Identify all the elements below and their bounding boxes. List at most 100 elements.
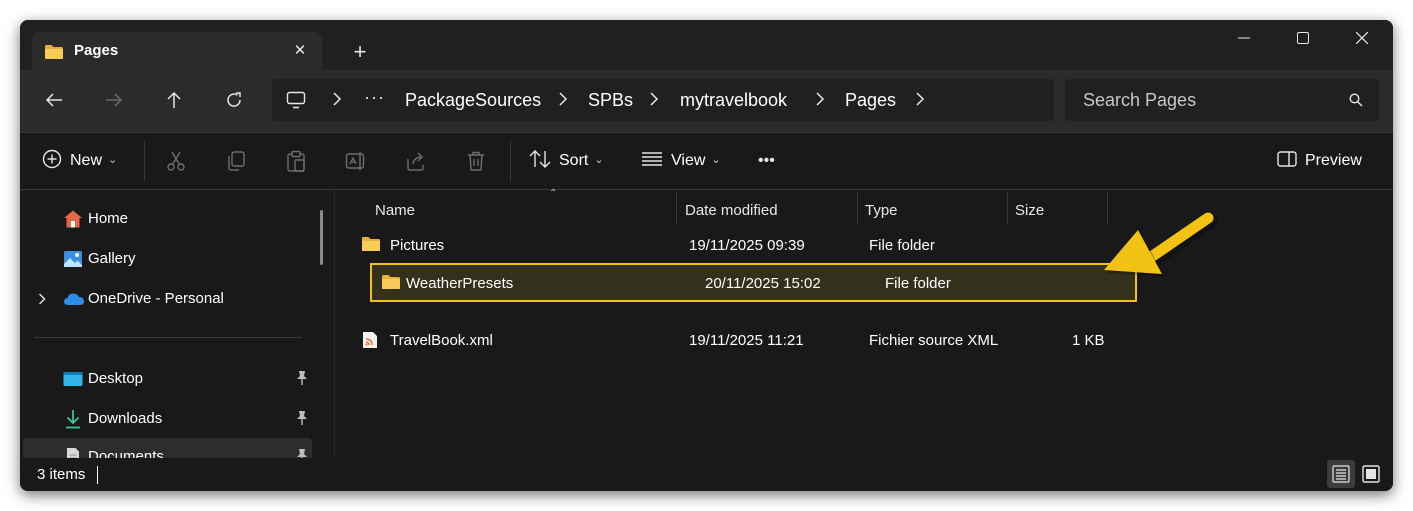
command-bar: New ⌄ Sort ⌄ View ⌄ ••• Preview <box>20 133 1393 189</box>
status-bar: 3 items <box>20 458 1393 491</box>
breadcrumb-packagesources[interactable]: PackageSources <box>405 90 541 111</box>
back-button[interactable] <box>34 84 74 116</box>
title-bar: Pages ✕ + <box>20 20 1393 70</box>
details-view-icon <box>1332 465 1350 483</box>
new-button[interactable]: New ⌄ <box>42 133 117 189</box>
copy-icon[interactable] <box>225 150 247 177</box>
chevron-right-icon[interactable] <box>915 92 925 111</box>
sidebar-item-label: Documents <box>88 448 164 458</box>
sidebar-item-label: OneDrive - Personal <box>88 290 224 307</box>
monitor-icon <box>286 90 306 115</box>
sort-icon <box>529 149 551 174</box>
sidebar-item-downloads[interactable]: Downloads <box>23 400 312 438</box>
table-row[interactable]: TravelBook.xml 19/11/2025 11:21 Fichier … <box>351 323 1117 357</box>
column-header-name[interactable]: Name ⌃ <box>367 188 675 226</box>
new-tab-button[interactable]: + <box>346 39 374 65</box>
navigation-pane: Home Gallery OneDrive - Personal Desktop <box>20 190 330 458</box>
search-input[interactable]: Search Pages <box>1065 79 1379 121</box>
file-date: 19/11/2025 11:21 <box>689 332 804 349</box>
delete-icon[interactable] <box>465 150 487 177</box>
download-icon <box>63 409 83 434</box>
view-button[interactable]: View ⌄ <box>641 133 721 189</box>
cloud-icon <box>63 289 85 314</box>
cut-icon[interactable] <box>165 150 187 177</box>
sidebar-item-desktop[interactable]: Desktop <box>23 360 312 398</box>
chevron-right-icon[interactable] <box>38 292 46 310</box>
file-date: 19/11/2025 09:39 <box>689 237 805 254</box>
close-window-button[interactable] <box>1333 20 1391 58</box>
chevron-right-icon[interactable] <box>649 92 659 111</box>
pin-icon[interactable] <box>295 370 309 391</box>
refresh-button[interactable] <box>214 84 254 116</box>
sidebar-item-home[interactable]: Home <box>23 200 312 238</box>
home-icon <box>63 209 83 234</box>
address-row: ··· PackageSources SPBs mytravelbook Pag… <box>20 70 1393 132</box>
column-header-size[interactable]: Size <box>1007 194 1107 226</box>
search-icon[interactable] <box>1349 93 1363 112</box>
sidebar-item-gallery[interactable]: Gallery <box>23 240 312 278</box>
tiles-view-icon <box>1362 465 1380 483</box>
breadcrumb-mytravelbook[interactable]: mytravelbook <box>680 90 787 111</box>
chevron-right-icon[interactable] <box>815 92 825 111</box>
details-view-button[interactable] <box>1327 460 1355 488</box>
maximize-icon <box>1297 32 1309 44</box>
pin-icon[interactable] <box>295 448 309 458</box>
pin-icon[interactable] <box>295 410 309 431</box>
arrow-left-icon <box>45 93 62 107</box>
scrollbar-thumb[interactable] <box>320 210 323 265</box>
sort-ascending-icon: ⌃ <box>549 188 558 199</box>
arrow-right-icon <box>106 93 123 107</box>
sort-button[interactable]: Sort ⌄ <box>529 133 604 189</box>
minimize-icon <box>1238 37 1250 39</box>
chevron-right-icon[interactable] <box>332 92 342 111</box>
sidebar-item-documents[interactable]: Documents <box>23 438 312 458</box>
sidebar-item-label: Desktop <box>88 370 144 387</box>
view-label: View <box>671 152 706 169</box>
view-icon <box>641 149 663 174</box>
gallery-icon <box>63 249 83 274</box>
chevron-right-icon[interactable] <box>558 92 568 111</box>
up-button[interactable] <box>154 84 194 116</box>
forward-button[interactable] <box>94 84 134 116</box>
chevron-down-icon: ⌄ <box>108 154 118 166</box>
more-options-button[interactable]: ••• <box>758 133 775 189</box>
table-row-highlighted[interactable]: WeatherPresets 20/11/2025 15:02 File fol… <box>370 263 1137 302</box>
minimize-button[interactable] <box>1215 20 1273 58</box>
xml-file-icon <box>361 331 379 354</box>
sidebar-item-label: Gallery <box>88 250 136 267</box>
preview-label: Preview <box>1305 152 1362 169</box>
chevron-down-icon: ⌄ <box>711 154 721 166</box>
chevron-down-icon: ⌄ <box>594 154 604 166</box>
new-label: New <box>70 152 103 169</box>
column-header-date[interactable]: Date modified <box>677 194 857 226</box>
tab-title: Pages <box>74 42 119 59</box>
file-type: File folder <box>869 237 935 254</box>
file-date: 20/11/2025 15:02 <box>705 275 821 292</box>
rename-icon[interactable] <box>345 150 367 177</box>
desktop-icon <box>63 369 83 394</box>
address-bar[interactable]: ··· PackageSources SPBs mytravelbook Pag… <box>272 79 1054 121</box>
large-icons-view-button[interactable] <box>1357 460 1385 488</box>
column-header-type[interactable]: Type <box>857 194 1007 226</box>
close-tab-icon[interactable]: ✕ <box>288 39 312 63</box>
maximize-button[interactable] <box>1274 20 1332 58</box>
sidebar-item-onedrive[interactable]: OneDrive - Personal <box>23 280 312 318</box>
preview-button[interactable]: Preview <box>1277 133 1362 189</box>
column-header-label: Date modified <box>685 202 778 219</box>
breadcrumb-overflow[interactable]: ··· <box>364 87 385 108</box>
share-icon[interactable] <box>405 150 427 177</box>
sort-label: Sort <box>559 152 589 169</box>
breadcrumb-pages[interactable]: Pages <box>845 90 896 111</box>
column-header-label: Name <box>375 202 416 219</box>
sidebar-item-label: Downloads <box>88 410 163 427</box>
search-placeholder: Search Pages <box>1083 90 1197 110</box>
folder-icon <box>381 274 401 295</box>
tab-pages[interactable]: Pages ✕ <box>32 32 322 70</box>
table-row[interactable]: Pictures 19/11/2025 09:39 File folder <box>351 228 1117 262</box>
arrow-up-icon <box>167 91 181 108</box>
divider <box>510 141 511 181</box>
breadcrumb-spbs[interactable]: SPBs <box>588 90 633 111</box>
paste-icon[interactable] <box>285 150 307 177</box>
document-icon <box>63 447 83 458</box>
refresh-icon <box>227 92 241 107</box>
